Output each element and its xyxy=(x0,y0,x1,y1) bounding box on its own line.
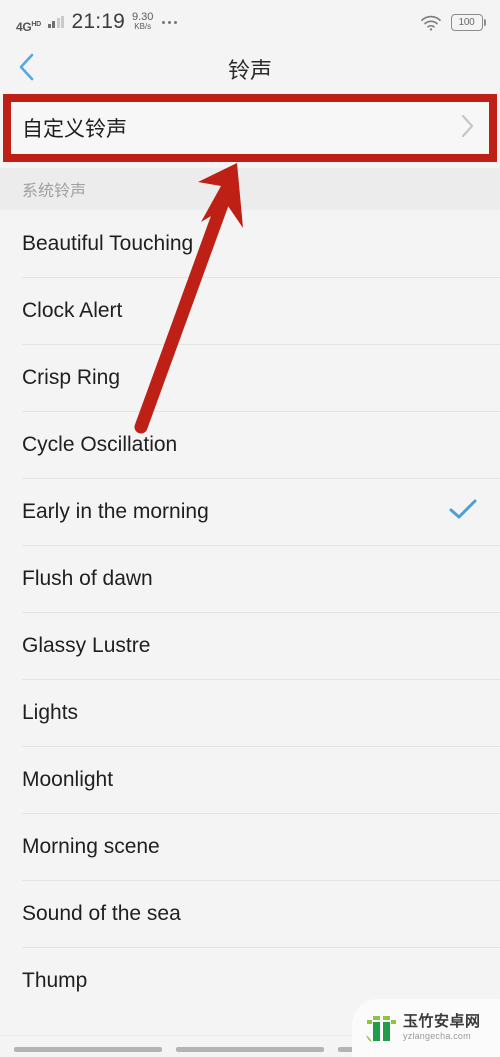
title-bar: 铃声 xyxy=(0,44,500,94)
wifi-icon xyxy=(420,14,442,31)
ringtone-name: Morning scene xyxy=(22,834,160,858)
ringtone-row[interactable]: Glassy Lustre xyxy=(0,612,500,679)
back-button[interactable] xyxy=(0,44,52,94)
more-dots-icon xyxy=(160,20,178,24)
signal-bars-icon xyxy=(47,15,65,28)
network-suffix-label: HD xyxy=(31,21,41,28)
ringtone-row[interactable]: Early in the morning xyxy=(0,478,500,545)
status-bar-left: 4G HD 21:19 9.30 KB/s xyxy=(16,10,178,34)
ringtone-list: Beautiful Touching Clock Alert Crisp Ring C… xyxy=(0,210,500,1035)
data-speed-indicator: 9.30 KB/s xyxy=(132,12,153,32)
ringtone-row[interactable]: Crisp Ring xyxy=(0,344,500,411)
ringtone-name: Lights xyxy=(22,700,79,724)
nav-home-bar[interactable] xyxy=(176,1047,324,1052)
ringtone-row[interactable]: Moonlight xyxy=(0,746,500,813)
ringtone-name: Beautiful Touching xyxy=(22,231,194,255)
ringtone-name: Sound of the sea xyxy=(22,901,181,925)
watermark-site-name: 玉竹安卓网 xyxy=(403,1012,481,1030)
battery-level-label: 100 xyxy=(450,13,483,31)
ringtone-name: Crisp Ring xyxy=(22,365,121,389)
ringtone-name: Flush of dawn xyxy=(22,566,153,590)
custom-ringtone-label: 自定义铃声 xyxy=(22,118,127,141)
network-type-label: 4G xyxy=(16,20,32,34)
page-title: 铃声 xyxy=(227,58,272,83)
custom-ringtone-section: 自定义铃声 xyxy=(0,94,500,168)
cellular-signal-icon: 4G HD xyxy=(16,11,41,33)
battery-icon: 100 xyxy=(450,13,486,31)
status-bar-right: 100 xyxy=(420,13,486,31)
phone-screen: 4G HD 21:19 9.30 KB/s 100 铃声 自定义铃声 系统铃声 … xyxy=(0,0,500,1057)
ringtone-row[interactable]: Beautiful Touching xyxy=(0,210,500,277)
ringtone-row[interactable]: Lights xyxy=(0,679,500,746)
watermark-text: 玉竹安卓网 yzlangecha.com xyxy=(403,1014,481,1041)
ringtone-name: Early in the morning xyxy=(22,499,209,523)
custom-ringtone-row[interactable]: 自定义铃声 xyxy=(11,102,489,154)
ringtone-row[interactable]: Cycle Oscillation xyxy=(0,411,500,478)
watermark-url: yzlangecha.com xyxy=(403,1030,471,1041)
ringtone-name: Cycle Oscillation xyxy=(22,432,178,456)
chevron-right-icon xyxy=(460,113,475,144)
status-bar: 4G HD 21:19 9.30 KB/s 100 xyxy=(0,0,500,44)
bamboo-logo-icon xyxy=(364,1011,398,1043)
ringtone-row[interactable]: Flush of dawn xyxy=(0,545,500,612)
data-speed-unit: KB/s xyxy=(134,22,152,31)
ringtone-row[interactable]: Sound of the sea xyxy=(0,880,500,947)
data-speed-value: 9.30 xyxy=(132,11,154,23)
chevron-left-icon xyxy=(17,52,35,87)
nav-recents-bar[interactable] xyxy=(14,1047,162,1052)
section-header-system-ringtones: 系统铃声 xyxy=(0,168,500,210)
ringtone-name: Moonlight xyxy=(22,767,114,791)
ringtone-row[interactable]: Clock Alert xyxy=(0,277,500,344)
site-watermark: 玉竹安卓网 yzlangecha.com xyxy=(352,999,500,1057)
ringtone-name: Thump xyxy=(22,968,88,992)
ringtone-row[interactable]: Morning scene xyxy=(0,813,500,880)
ringtone-name: Glassy Lustre xyxy=(22,633,151,657)
check-icon xyxy=(448,497,478,526)
ringtone-name: Clock Alert xyxy=(22,298,123,322)
status-clock: 21:19 xyxy=(71,10,125,33)
